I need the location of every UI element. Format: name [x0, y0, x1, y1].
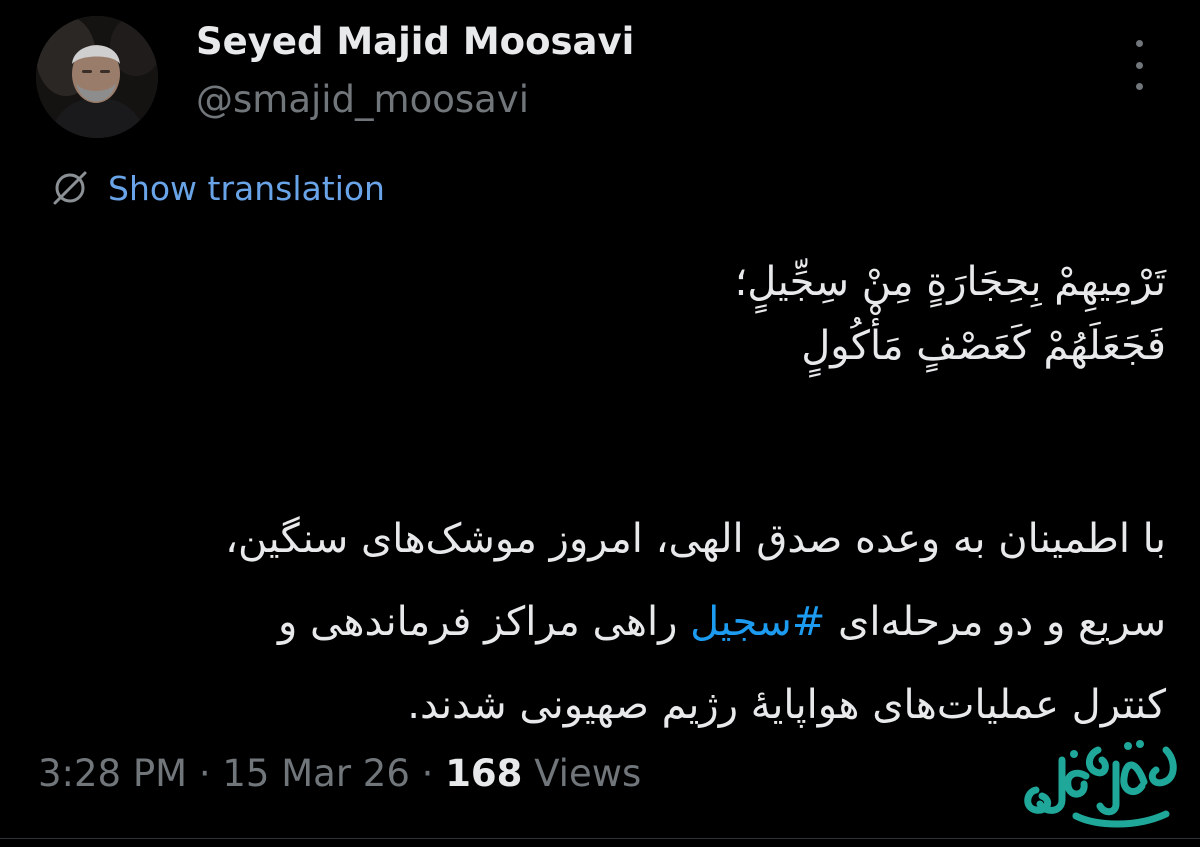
tweet-meta: 3:28 PM · 15 Mar 26 · 168 Views [38, 752, 641, 795]
author-handle[interactable]: @smajid_moosavi [196, 78, 529, 121]
views-count: 168 [445, 752, 523, 795]
tweet-time[interactable]: 3:28 PM [38, 752, 187, 795]
tweet-paragraph: با اطمینان به وعده صدق الهی، امروز موشک‌… [66, 498, 1166, 747]
verse-line: فَجَعَلَهُمْ كَعَصْفٍ مَأْكُولٍ [801, 323, 1166, 369]
show-translation-link[interactable]: Show translation [50, 168, 385, 208]
paragraph-line: با اطمینان به وعده صدق الهی، امروز موشک‌… [225, 516, 1166, 562]
paragraph-line: کنترل عملیات‌های هواپایهٔ رژیم صهیونی شد… [407, 682, 1166, 728]
tweet-date[interactable]: 15 Mar 26 [222, 752, 410, 795]
safhe-eghtesad-logo-icon [1024, 740, 1177, 828]
more-options-dot-icon [1135, 61, 1143, 69]
meta-separator: · [421, 752, 434, 795]
verse-line: تَرْمِيهِمْ بِحِجَارَةٍ مِنْ سِجِّيلٍ؛ [734, 259, 1166, 305]
bottom-divider [0, 838, 1200, 839]
paragraph-text: سریع و دو مرحله‌ای [825, 599, 1166, 645]
watermark-logo [1016, 730, 1186, 840]
avatar[interactable] [36, 16, 158, 138]
more-options-vertical-dots-icon [1135, 40, 1143, 47]
more-options-dot-icon [1135, 83, 1143, 90]
translate-globe-icon [53, 171, 87, 205]
meta-separator: · [198, 752, 211, 795]
views-label: Views [534, 752, 642, 795]
hashtag-link[interactable]: #سجیل [690, 599, 825, 645]
tweet-text: تَرْمِيهِمْ بِحِجَارَةٍ مِنْ سِجِّيلٍ؛ ف… [66, 250, 1166, 747]
paragraph-text: راهی مراکز فرماندهی و [277, 599, 691, 645]
more-options-button[interactable] [1124, 40, 1154, 90]
author-display-name[interactable]: Seyed Majid Moosavi [196, 20, 634, 63]
paragraph-line: سریع و دو مرحله‌ای #سجیل راهی مراکز فرما… [66, 581, 1166, 664]
profile-photo-icon [36, 16, 158, 138]
show-translation-label: Show translation [108, 168, 385, 208]
